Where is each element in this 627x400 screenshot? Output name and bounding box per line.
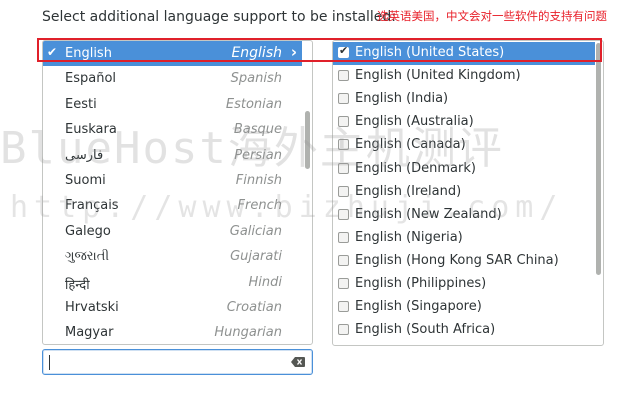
checkbox-icon[interactable] — [338, 185, 349, 197]
locale-label: English (Philippines) — [355, 276, 487, 291]
language-native-name: Suomi — [65, 173, 106, 188]
checkbox-icon[interactable] — [338, 301, 349, 313]
checkbox-icon[interactable] — [338, 116, 349, 128]
language-native-name: Eesti — [65, 96, 97, 112]
language-english-name: French — [237, 198, 282, 214]
language-row[interactable]: Español Spanish — [43, 66, 302, 91]
clear-icon[interactable] — [291, 357, 305, 367]
language-native-name: Hrvatski — [65, 300, 119, 315]
locale-label: English (Australia) — [355, 114, 474, 130]
locale-row[interactable]: English (Canada) — [333, 134, 595, 157]
language-english-name: Persian — [234, 147, 282, 163]
language-english-name: Hindi — [248, 274, 283, 290]
checkbox-icon[interactable] — [338, 162, 349, 174]
checkmark-icon: ✔ — [47, 45, 58, 59]
locale-label: English (Singapore) — [355, 299, 482, 315]
annotation-note: 选英语美国，中文会对一些软件的支持有问题 — [377, 9, 607, 23]
locale-label: English (Nigeria) — [355, 229, 463, 245]
language-list-scrollbar[interactable] — [305, 111, 310, 169]
locale-list[interactable]: ✔ English (United States) English (United … — [332, 40, 604, 346]
locale-label: English (Ireland) — [355, 183, 462, 199]
locale-label: English (Denmark) — [355, 160, 476, 176]
language-row[interactable]: Euskara Basque — [43, 117, 302, 142]
locale-label: English (United States) — [355, 45, 505, 60]
language-english-name: Galician — [229, 223, 282, 239]
language-list[interactable]: ✔ English English › Español Spanish Eesti Eston… — [42, 40, 313, 345]
locale-label: English (India) — [355, 91, 449, 107]
language-native-name: Euskara — [65, 122, 117, 138]
language-english-name: Gujarati — [230, 249, 282, 265]
language-english-name: English — [231, 45, 282, 61]
search-input[interactable] — [48, 353, 278, 371]
locale-row[interactable]: English (Denmark) — [333, 158, 595, 181]
language-native-name: Español — [65, 71, 117, 87]
locale-row[interactable]: English (India) — [333, 88, 595, 111]
language-english-name: Basque — [233, 122, 282, 138]
locale-row[interactable]: English (Nigeria) — [333, 227, 595, 250]
locale-row[interactable]: English (Australia) — [333, 111, 595, 134]
language-english-name: Estonian — [225, 96, 282, 112]
language-native-name: ગુજરાતી — [65, 249, 110, 265]
language-native-name: Français — [65, 198, 119, 214]
language-row[interactable]: Galego Galician — [43, 219, 302, 244]
language-row[interactable]: हिन्दी Hindi — [43, 270, 302, 295]
checkbox-icon[interactable] — [338, 70, 349, 82]
language-english-name: Hungarian — [214, 325, 282, 341]
locale-row[interactable]: English (Ireland) — [333, 181, 595, 204]
locale-row[interactable]: English (New Zealand) — [333, 204, 595, 227]
language-row[interactable]: Suomi Finnish — [43, 168, 302, 193]
locale-row[interactable]: English (South Africa) — [333, 319, 595, 342]
locale-row[interactable]: English (United Kingdom) — [333, 65, 595, 88]
language-native-name: Magyar — [65, 325, 114, 341]
language-search-field[interactable] — [42, 349, 313, 375]
locale-list-scrollbar[interactable] — [596, 43, 601, 275]
locale-row[interactable]: English (Hong Kong SAR China) — [333, 250, 595, 273]
checkbox-icon[interactable] — [338, 208, 349, 220]
checkbox-icon[interactable]: ✔ — [338, 44, 349, 58]
locale-label: English (South Africa) — [355, 322, 496, 338]
checkmark-icon: ✔ — [339, 44, 349, 57]
locale-label: English (United Kingdom) — [355, 68, 521, 84]
text-cursor — [49, 355, 50, 370]
checkbox-icon[interactable] — [338, 93, 349, 105]
locale-row[interactable]: ✔ English (United States) — [333, 42, 595, 65]
checkbox-icon[interactable] — [338, 139, 349, 151]
locale-row[interactable]: English (Singapore) — [333, 296, 595, 319]
language-row[interactable]: فارسی Persian — [43, 143, 302, 168]
locale-label: English (Canada) — [355, 137, 466, 153]
checkbox-icon[interactable] — [338, 324, 349, 336]
locale-row[interactable]: English (Philippines) — [333, 273, 595, 296]
language-row[interactable]: Eesti Estonian — [43, 92, 302, 117]
language-english-name: Finnish — [235, 173, 282, 188]
language-row[interactable]: ✔ English English › — [43, 41, 302, 66]
language-row[interactable]: Magyar Hungarian — [43, 320, 302, 344]
language-row[interactable]: ગુજરાતી Gujarati — [43, 244, 302, 269]
language-native-name: فارسی — [65, 147, 104, 163]
instruction-label: Select additional language support to be… — [42, 9, 397, 25]
language-english-name: Spanish — [230, 71, 282, 87]
language-english-name: Croatian — [226, 300, 282, 315]
language-row[interactable]: Hrvatski Croatian — [43, 295, 302, 320]
checkbox-icon[interactable] — [338, 278, 349, 289]
language-row[interactable]: Français French — [43, 193, 302, 218]
language-native-name: हिन्दी — [65, 277, 90, 293]
locale-label: English (Hong Kong SAR China) — [355, 252, 559, 268]
language-native-name: Galego — [65, 223, 111, 239]
chevron-right-icon: › — [290, 43, 297, 61]
locale-label: English (New Zealand) — [355, 206, 502, 222]
language-native-name: English — [65, 46, 112, 61]
checkbox-icon[interactable] — [338, 231, 349, 243]
checkbox-icon[interactable] — [338, 254, 349, 266]
